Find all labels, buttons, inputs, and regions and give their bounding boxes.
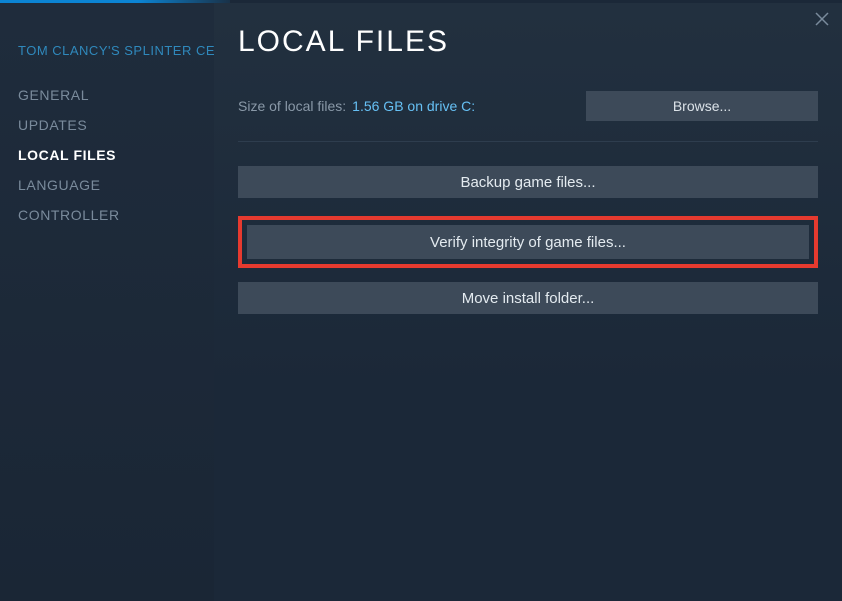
- close-icon: [815, 12, 829, 31]
- browse-button[interactable]: Browse...: [586, 91, 818, 121]
- sidebar-nav: GENERAL UPDATES LOCAL FILES LANGUAGE CON…: [0, 80, 214, 230]
- sidebar-item-label: CONTROLLER: [18, 207, 120, 223]
- move-button-label: Move install folder...: [462, 290, 595, 307]
- verify-integrity-button[interactable]: Verify integrity of game files...: [247, 225, 809, 259]
- sidebar-item-label: GENERAL: [18, 87, 89, 103]
- sidebar-item-updates[interactable]: UPDATES: [0, 110, 214, 140]
- backup-button-label: Backup game files...: [460, 174, 595, 191]
- verify-button-label: Verify integrity of game files...: [430, 234, 626, 251]
- game-title: TOM CLANCY'S SPLINTER CELL: [0, 43, 214, 80]
- sidebar-item-label: LANGUAGE: [18, 177, 101, 193]
- size-row: Size of local files: 1.56 GB on drive C:…: [238, 91, 818, 121]
- browse-button-label: Browse...: [673, 98, 731, 114]
- backup-game-files-button[interactable]: Backup game files...: [238, 166, 818, 198]
- divider: [238, 141, 818, 142]
- page-title: LOCAL FILES: [238, 25, 818, 59]
- move-install-folder-button[interactable]: Move install folder...: [238, 282, 818, 314]
- sidebar-item-label: UPDATES: [18, 117, 87, 133]
- sidebar-item-label: LOCAL FILES: [18, 147, 116, 163]
- sidebar-item-general[interactable]: GENERAL: [0, 80, 214, 110]
- size-value-link[interactable]: 1.56 GB on drive C:: [352, 98, 475, 114]
- close-button[interactable]: [812, 11, 832, 31]
- sidebar-item-language[interactable]: LANGUAGE: [0, 170, 214, 200]
- window-container: TOM CLANCY'S SPLINTER CELL GENERAL UPDAT…: [0, 3, 842, 601]
- sidebar: TOM CLANCY'S SPLINTER CELL GENERAL UPDAT…: [0, 3, 214, 601]
- highlight-annotation: Verify integrity of game files...: [238, 216, 818, 268]
- sidebar-item-controller[interactable]: CONTROLLER: [0, 200, 214, 230]
- main-panel: LOCAL FILES Size of local files: 1.56 GB…: [214, 3, 842, 601]
- size-label: Size of local files:: [238, 98, 346, 114]
- sidebar-item-local-files[interactable]: LOCAL FILES: [0, 140, 214, 170]
